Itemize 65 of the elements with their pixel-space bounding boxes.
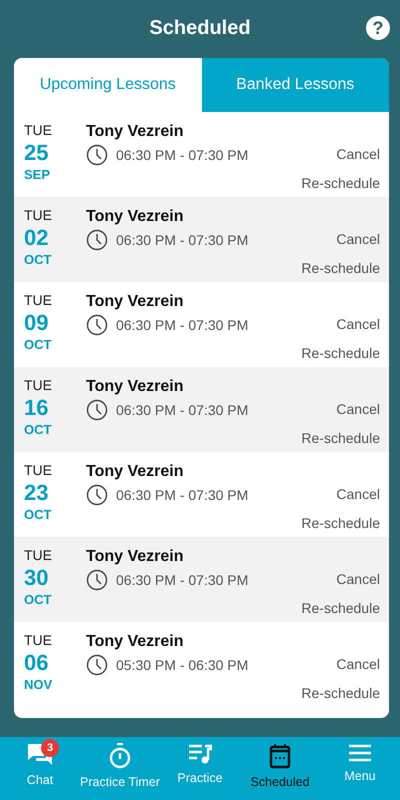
month: OCT [24, 336, 52, 354]
cancel-link[interactable]: Cancel [336, 569, 380, 590]
weekday: TUE [24, 376, 52, 395]
month: OCT [24, 591, 52, 610]
day-number: 30 [24, 566, 48, 590]
month: NOV [24, 676, 52, 694]
cancel-link[interactable]: Cancel [336, 314, 380, 335]
teacher-name: Tony Vezrein [86, 632, 184, 652]
reschedule-link[interactable]: Re-schedule [301, 173, 380, 194]
month: SEP [24, 166, 50, 184]
lesson-time: 06:30 PM - 07:30 PM [116, 316, 248, 334]
clock-icon [86, 569, 108, 591]
lesson-time: 06:30 PM - 07:30 PM [116, 486, 248, 504]
teacher-name: Tony Vezrein [86, 547, 184, 567]
day-number: 06 [24, 651, 48, 676]
music-list-icon [188, 743, 212, 765]
month: OCT [24, 506, 52, 524]
month: OCT [24, 251, 52, 270]
reschedule-link[interactable]: Re-schedule [301, 428, 380, 449]
lesson-time: 06:30 PM - 07:30 PM [116, 570, 248, 590]
month: OCT [24, 421, 52, 440]
weekday: TUE [24, 461, 52, 480]
clock-icon [86, 484, 108, 506]
cancel-link[interactable]: Cancel [336, 654, 380, 675]
teacher-name: Tony Vezrein [86, 292, 184, 312]
weekday: TUE [24, 546, 52, 565]
calendar-icon [269, 743, 291, 769]
clock-icon [86, 399, 108, 421]
nav-tab[interactable]: Scheduled [240, 737, 320, 800]
lesson-time: 06:30 PM - 07:30 PM [116, 230, 248, 250]
clock-icon [86, 144, 108, 166]
menu-icon [348, 743, 372, 763]
cancel-link[interactable]: Cancel [336, 484, 380, 505]
day-number: 02 [24, 226, 48, 250]
reschedule-link[interactable]: Re-schedule [301, 598, 380, 619]
reschedule-link[interactable]: Re-schedule [301, 513, 380, 534]
clock-icon [86, 654, 108, 676]
notification-badge: 3 [41, 739, 59, 757]
lesson-time: 06:30 PM - 07:30 PM [116, 400, 248, 420]
teacher-name: Tony Vezrein [86, 462, 184, 482]
cancel-link[interactable]: Cancel [336, 144, 380, 165]
clock-icon [86, 229, 108, 251]
day-number: 16 [24, 396, 48, 420]
clock-icon [86, 314, 108, 336]
reschedule-link[interactable]: Re-schedule [301, 258, 380, 279]
stopwatch-icon [108, 743, 132, 769]
day-number: 09 [24, 311, 48, 336]
cancel-link[interactable]: Cancel [336, 399, 380, 420]
day-number: 23 [24, 481, 48, 506]
page-title: Scheduled [149, 16, 251, 41]
weekday: TUE [24, 206, 52, 225]
reschedule-link[interactable]: Re-schedule [301, 343, 380, 364]
teacher-name: Tony Vezrein [86, 207, 184, 227]
weekday: TUE [24, 631, 52, 650]
weekday: TUE [24, 291, 52, 310]
cancel-link[interactable]: Cancel [336, 229, 380, 250]
weekday: TUE [24, 121, 52, 140]
reschedule-link[interactable]: Re-schedule [301, 683, 380, 704]
teacher-name: Tony Vezrein [86, 377, 184, 397]
help-button[interactable]: ? [366, 16, 390, 40]
nav-tab[interactable]: 3 Chat [0, 737, 80, 800]
lesson-time: 05:30 PM - 06:30 PM [116, 656, 248, 674]
lesson-time: 06:30 PM - 07:30 PM [116, 146, 248, 164]
day-number: 25 [24, 141, 48, 166]
teacher-name: Tony Vezrein [86, 122, 184, 142]
